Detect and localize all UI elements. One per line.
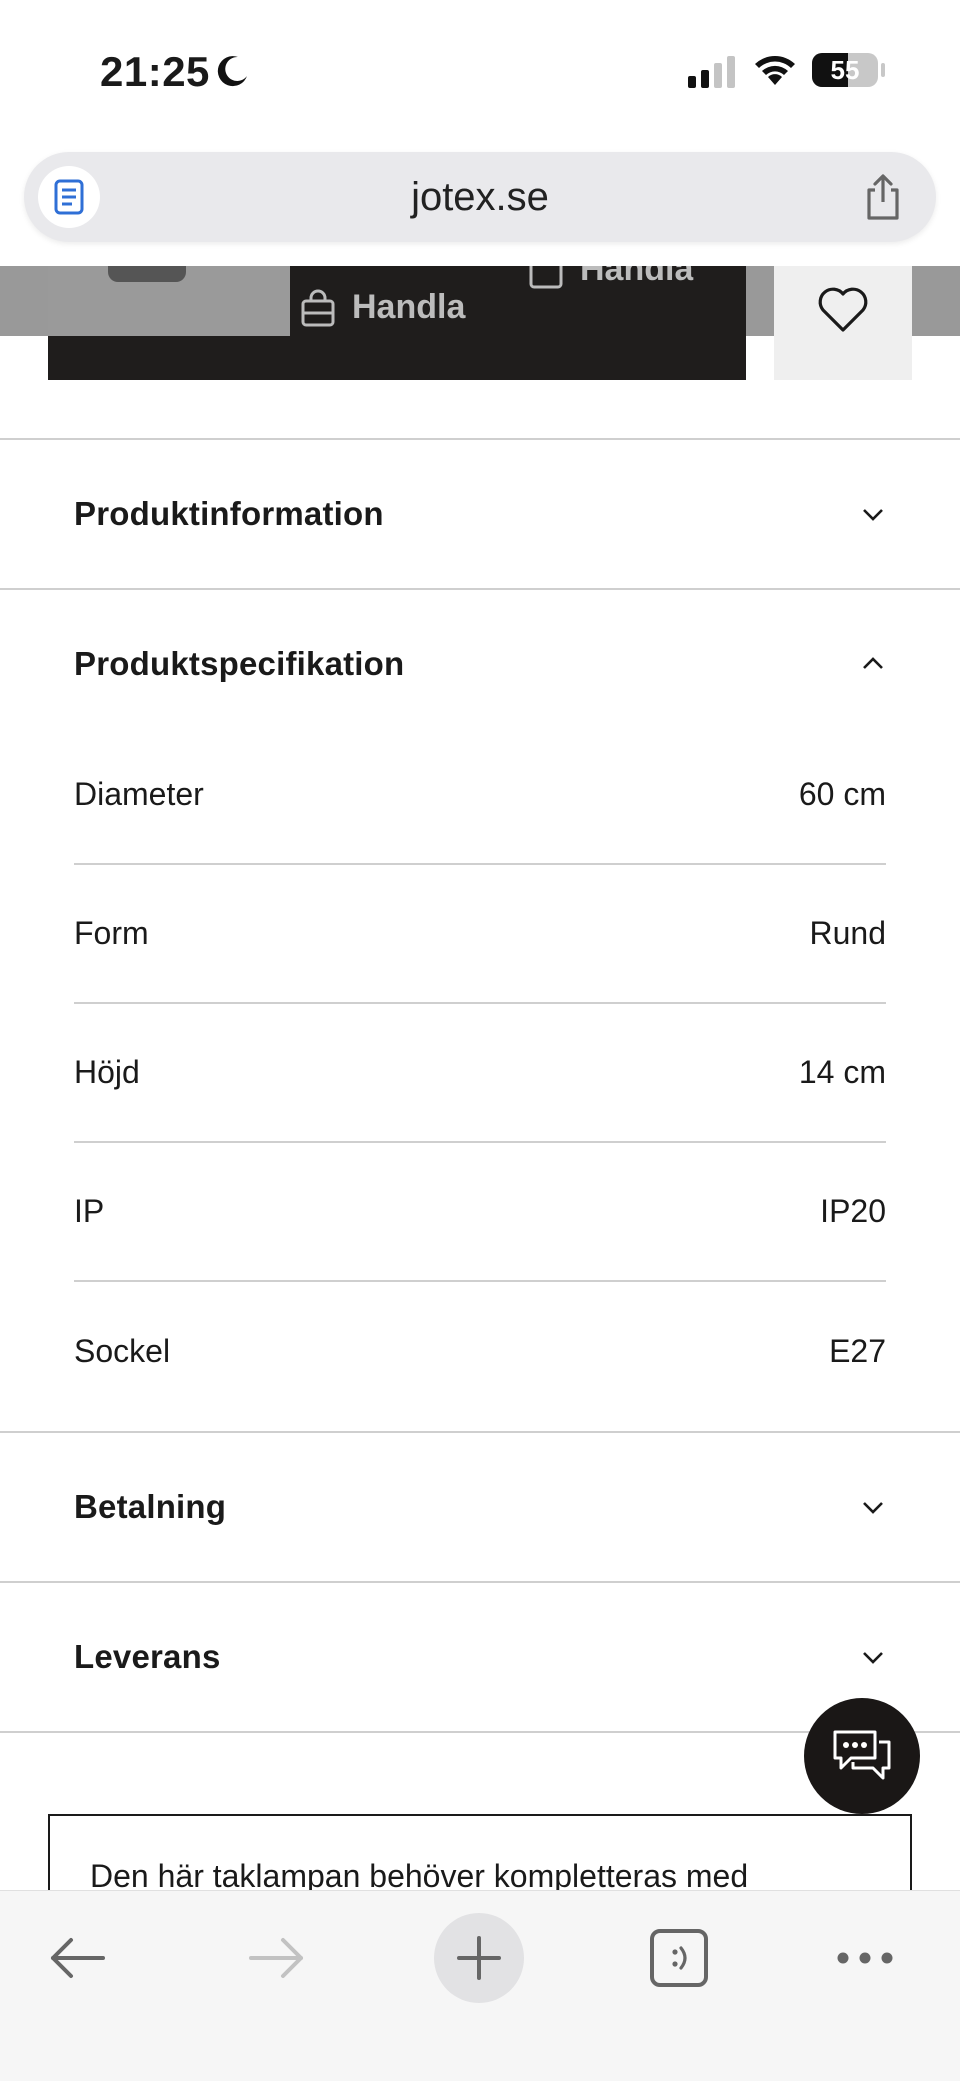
- browser-toolbar: [0, 1890, 960, 2081]
- spec-label: Sockel: [74, 1333, 171, 1369]
- battery-indicator: 55: [812, 53, 878, 87]
- spec-label: Diameter: [74, 776, 204, 812]
- accordion-delivery: Leverans: [0, 1581, 960, 1733]
- reader-button[interactable]: [38, 166, 100, 228]
- chevron-down-icon: [863, 1502, 883, 1514]
- more-icon: [837, 1952, 893, 1964]
- accordion-product-information: Produktinformation: [0, 438, 960, 588]
- accordion-payment: Betalning: [0, 1431, 960, 1581]
- spec-label: Form: [74, 915, 149, 951]
- back-arrow-icon: [51, 1938, 105, 1978]
- notice-text: Den här taklampan behöver kompletteras m…: [90, 1858, 749, 1894]
- forward-button[interactable]: [232, 1913, 322, 2003]
- chevron-up-icon: [863, 657, 883, 669]
- cellular-signal-icon: [688, 56, 735, 88]
- status-bar: 21:25 55: [0, 0, 960, 140]
- buy-button[interactable]: Handla: [300, 288, 465, 327]
- buy-button-label: Handla: [352, 288, 466, 326]
- spec-row: Diameter 60 cm: [74, 726, 886, 865]
- product-thumbnail-lamp: [108, 266, 186, 282]
- spec-row: Form Rund: [74, 865, 886, 1004]
- tabs-button[interactable]: [634, 1913, 724, 2003]
- reader-icon: [54, 179, 84, 215]
- product-accordion: Produktinformation Produktspecifikation …: [0, 438, 960, 1733]
- shopping-bag-icon: [301, 289, 335, 326]
- chat-button[interactable]: [804, 1698, 920, 1814]
- new-tab-button[interactable]: [434, 1913, 524, 2003]
- accordion-header-payment[interactable]: Betalning: [0, 1433, 960, 1581]
- heart-icon: [818, 287, 868, 332]
- accordion-title: Betalning: [74, 1488, 227, 1525]
- accordion-header-product-specification[interactable]: Produktspecifikation: [0, 590, 960, 738]
- spec-value: 60 cm: [798, 776, 886, 812]
- chat-icon: [833, 1730, 891, 1780]
- accordion-title: Leverans: [74, 1638, 221, 1675]
- spec-value: IP20: [820, 1193, 886, 1229]
- spec-label: Höjd: [74, 1054, 140, 1090]
- specification-list: Diameter 60 cm Form Rund Höjd 14 cm IP I…: [0, 726, 960, 1431]
- buy-button-ghost: Handla: [528, 250, 694, 289]
- tabs-icon: [650, 1929, 708, 1987]
- status-time: 21:25: [100, 48, 210, 95]
- chevron-down-icon: [863, 1652, 883, 1664]
- chevron-down-icon: [863, 509, 883, 521]
- accordion-header-product-information[interactable]: Produktinformation: [0, 440, 960, 588]
- spec-row: Höjd 14 cm: [74, 1004, 886, 1143]
- spec-row: IP IP20: [74, 1143, 886, 1282]
- accordion-header-delivery[interactable]: Leverans: [0, 1583, 960, 1731]
- battery-nub: [881, 63, 885, 77]
- buy-button-ghost-label: Handla: [580, 250, 694, 288]
- share-icon[interactable]: [858, 172, 908, 222]
- spec-label: IP: [74, 1193, 105, 1229]
- forward-arrow-icon: [249, 1938, 303, 1978]
- url-text[interactable]: jotex.se: [24, 152, 936, 242]
- favorite-button[interactable]: [774, 266, 912, 380]
- spec-value: Rund: [809, 915, 887, 951]
- battery-percentage: 55: [830, 55, 860, 85]
- spec-value: E27: [829, 1333, 886, 1369]
- accordion-title: Produktspecifikation: [74, 645, 405, 682]
- shopping-bag-icon: [529, 266, 563, 288]
- moon-icon: [217, 56, 247, 87]
- plus-icon: [457, 1936, 501, 1980]
- spec-row: Sockel E27: [74, 1282, 886, 1421]
- spec-value: 14 cm: [798, 1054, 886, 1090]
- back-button[interactable]: [32, 1913, 122, 2003]
- wifi-icon: [755, 56, 795, 85]
- accordion-title: Produktinformation: [74, 495, 384, 532]
- address-bar[interactable]: jotex.se: [24, 152, 936, 242]
- more-button[interactable]: [820, 1913, 910, 2003]
- accordion-product-specification: Produktspecifikation Diameter 60 cm Form…: [0, 588, 960, 1431]
